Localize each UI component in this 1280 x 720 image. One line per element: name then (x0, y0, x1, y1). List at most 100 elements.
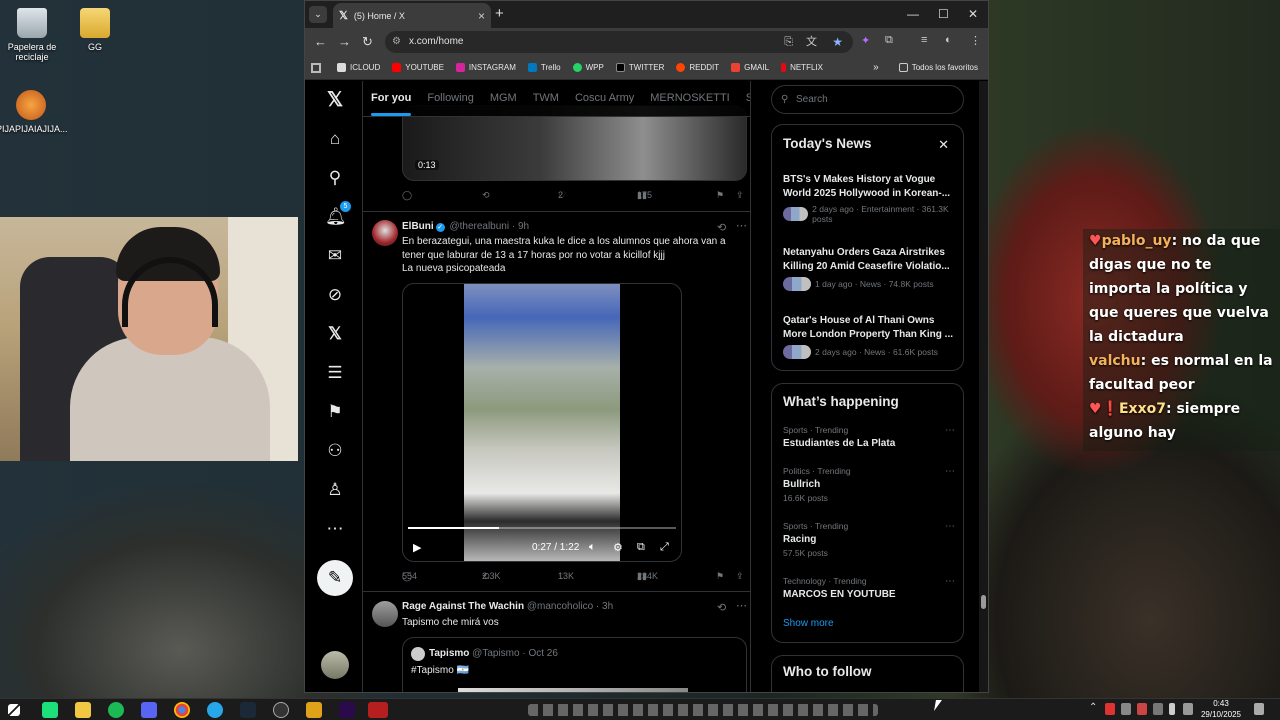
picture-in-picture-icon[interactable]: ⧉ (637, 541, 645, 554)
x-logo-icon[interactable]: 𝕏 (325, 90, 345, 110)
bookmark-icon[interactable]: ⚑ (716, 571, 724, 582)
trend-item[interactable]: Sports · Trending Racing 57.5K posts ⋯ (783, 521, 955, 558)
trend-more-icon[interactable]: ⋯ (945, 466, 955, 477)
bookmark-icloud[interactable]: ICLOUD (337, 63, 380, 72)
microphone-icon[interactable] (1169, 703, 1175, 715)
author-handle[interactable]: @therealbuni (449, 221, 509, 232)
notifications-bell-icon[interactable]: 🔔︎ 5 (325, 201, 351, 227)
tab-more[interactable]: S (738, 81, 750, 116)
author-name[interactable]: ElBuni (402, 221, 434, 232)
more-bookmarks-icon[interactable]: » (873, 62, 879, 73)
bookmark-twitter[interactable]: TWITTER (615, 63, 664, 72)
avatar[interactable] (372, 220, 398, 246)
telegram-icon[interactable] (207, 702, 223, 718)
more-options-icon[interactable]: ⋯ (325, 519, 345, 539)
profile-icon[interactable]: ◐ (945, 34, 952, 46)
tab-for-you[interactable]: For you (363, 81, 419, 116)
bookmark-reddit[interactable]: REDDIT (676, 63, 719, 72)
steam-icon[interactable] (240, 702, 256, 718)
volume-tray-icon[interactable] (1183, 703, 1193, 715)
media-control-icon[interactable]: ≡ (921, 34, 927, 46)
fl-studio-taskbar-icon[interactable] (306, 702, 322, 718)
post-more-icon[interactable]: ⋯ (736, 599, 747, 612)
system-clock[interactable]: 0:43 29/10/2025 (1197, 699, 1245, 720)
extension-icon[interactable]: ✦ (861, 34, 870, 47)
tab-twm[interactable]: TWM (525, 81, 567, 116)
trend-more-icon[interactable]: ⋯ (945, 425, 955, 436)
tray-pinned-icons[interactable] (528, 704, 878, 716)
explore-search-icon[interactable]: ⚲ (325, 168, 345, 188)
recycle-bin-icon[interactable]: Papelera de reciclaje (0, 8, 67, 62)
tray-app-icon[interactable] (1105, 703, 1115, 715)
trend-item[interactable]: Sports · Trending Estudiantes de La Plat… (783, 425, 955, 449)
trend-more-icon[interactable]: ⋯ (945, 576, 955, 587)
notification-center-icon[interactable] (1254, 703, 1264, 715)
share-icon[interactable]: ⇪ (736, 571, 744, 582)
chrome-icon[interactable] (174, 702, 190, 718)
author-name[interactable]: Rage Against The Wachin (402, 601, 524, 612)
show-hidden-icons-chevron-icon[interactable]: ⌃ (1089, 702, 1097, 713)
install-app-icon[interactable]: ⎘ (784, 31, 793, 53)
tab-search-icon[interactable]: ⌄ (309, 6, 327, 23)
tray-app-icon[interactable] (1121, 703, 1131, 715)
post-time[interactable]: 9h (518, 221, 529, 232)
spotify-icon[interactable] (108, 702, 124, 718)
forward-icon[interactable]: → (338, 34, 351, 49)
maximize-icon[interactable]: ☐ (938, 7, 949, 21)
lists-icon[interactable]: ☰ (325, 363, 345, 383)
minimize-icon[interactable]: — (907, 7, 919, 21)
network-icon[interactable] (1153, 703, 1163, 715)
home-icon[interactable]: ⌂ (325, 129, 345, 149)
avatar[interactable] (372, 601, 398, 627)
trend-more-icon[interactable]: ⋯ (945, 521, 955, 532)
settings-gear-icon[interactable]: ⚙ (613, 541, 623, 554)
bookmark-youtube[interactable]: YOUTUBE (392, 63, 444, 72)
repost-icon[interactable]: ⟲ (482, 190, 490, 201)
reload-icon[interactable]: ↻ (362, 34, 373, 50)
tab-coscu-army[interactable]: Coscu Army (567, 81, 642, 116)
bookmark-icon[interactable]: ⚑ (716, 190, 724, 201)
file-explorer-icon[interactable] (75, 702, 91, 718)
post-more-icon[interactable]: ⋯ (736, 219, 747, 232)
share-icon[interactable]: ⇪ (736, 190, 744, 201)
trend-item[interactable]: Politics · Trending Bullrich 16.6K posts… (783, 466, 955, 503)
grok-analyze-icon[interactable]: ⟲ (717, 601, 726, 614)
premium-x-icon[interactable]: 𝕏 (325, 324, 345, 344)
all-favorites-folder[interactable]: Todos los favoritos (898, 63, 978, 72)
play-icon[interactable]: ▶ (413, 541, 421, 554)
bookmark-wpp[interactable]: WPP (572, 63, 604, 72)
bookmark-netflix[interactable]: NETFLIX (781, 63, 823, 72)
communities-icon[interactable]: ⚇ (325, 441, 345, 461)
volume-icon[interactable]: 🔈︎ (589, 541, 596, 554)
bookmark-instagram[interactable]: INSTAGRAM (455, 63, 516, 72)
close-icon[interactable]: ✕ (938, 137, 949, 153)
grok-icon[interactable]: ⊘ (325, 285, 345, 305)
grok-analyze-icon[interactable]: ⟲ (717, 221, 726, 234)
extensions-puzzle-icon[interactable]: ⧉ (885, 34, 893, 47)
post-video-player[interactable]: ▶ 0:27 / 1:22 🔈︎ ⚙ ⧉ ⤢ (402, 283, 682, 562)
tab-x-home[interactable]: 𝕏 (5) Home / X × (333, 3, 491, 28)
bookmark-trello[interactable]: Trello (527, 63, 561, 72)
post-time[interactable]: 3h (602, 601, 613, 612)
app-icon[interactable] (368, 702, 388, 718)
show-more-link[interactable]: Show more (783, 618, 834, 629)
bookmarks-icon[interactable]: ⚑ (325, 402, 345, 422)
windows-start-icon[interactable] (8, 704, 20, 716)
back-icon[interactable]: ← (314, 34, 327, 49)
news-item[interactable]: Netanyahu Orders Gaza Airstrikes Killing… (783, 246, 955, 291)
trend-item[interactable]: Technology · Trending MARCOS EN YOUTUBE … (783, 576, 955, 600)
bookmark-star-icon[interactable]: ★ (832, 31, 843, 53)
kick-icon[interactable] (42, 702, 58, 718)
site-info-icon[interactable]: ⚙ (392, 31, 401, 53)
fl-studio-shortcut[interactable]: PIJAPIJAIAJIJA... (0, 90, 68, 134)
new-tab-icon[interactable]: + (495, 5, 504, 22)
close-window-icon[interactable]: ✕ (968, 7, 978, 21)
messages-mail-icon[interactable]: ✉ (325, 246, 345, 266)
video-progress-track[interactable] (408, 527, 676, 529)
news-item[interactable]: BTS's V Makes History at Vogue World 202… (783, 173, 955, 224)
page-scrollbar[interactable] (979, 81, 988, 692)
account-avatar[interactable] (321, 651, 349, 679)
profile-person-icon[interactable]: ♙ (325, 480, 345, 500)
folder-gg-icon[interactable]: GG (60, 8, 130, 52)
discord-icon[interactable] (141, 702, 157, 718)
